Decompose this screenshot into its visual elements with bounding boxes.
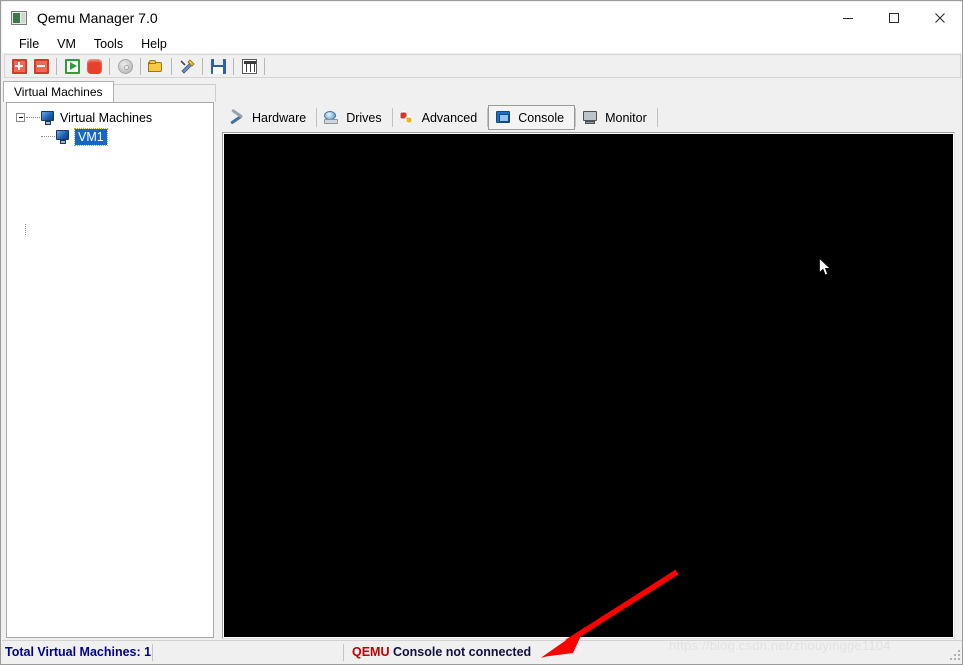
- remove-vm-button[interactable]: [30, 56, 52, 76]
- folder-icon: [148, 59, 164, 73]
- remove-box-icon: [33, 58, 49, 74]
- toolbar-separator: [171, 57, 172, 75]
- menu-file[interactable]: File: [10, 36, 48, 52]
- play-icon: [64, 58, 80, 74]
- save-button[interactable]: [207, 56, 229, 76]
- title-bar: Qemu Manager 7.0: [2, 2, 962, 34]
- tab-monitor[interactable]: Monitor: [576, 106, 657, 129]
- tab-drives[interactable]: Drives: [317, 106, 391, 129]
- add-box-icon: [11, 58, 27, 74]
- vm-tree-panel[interactable]: Virtual Machines VM1: [6, 102, 214, 638]
- floppy-disk-icon: [210, 58, 226, 74]
- minimize-button[interactable]: [825, 2, 871, 33]
- status-total-vms: Total Virtual Machines: 1: [5, 645, 152, 659]
- close-icon: [935, 12, 945, 23]
- wrench-screwdriver-icon: [179, 59, 195, 74]
- window-controls: [825, 2, 962, 33]
- open-folder-button[interactable]: [145, 56, 167, 76]
- tab-drives-label: Drives: [346, 110, 382, 125]
- menu-bar: File VM Tools Help: [2, 34, 962, 53]
- status-connection-prefix: QEMU: [352, 645, 390, 659]
- tabstrip-filler: [101, 84, 216, 102]
- add-vm-button[interactable]: [8, 56, 30, 76]
- toolbar-separator: [202, 57, 203, 75]
- wrench-icon: [229, 110, 246, 125]
- tab-separator: [656, 107, 658, 127]
- tree-item-vm1[interactable]: VM1: [7, 127, 213, 146]
- close-button[interactable]: [917, 2, 962, 33]
- minimize-icon: [843, 17, 853, 19]
- watermark-text: https://blog.csdn.net/zhouyingge1104: [669, 638, 891, 653]
- stop-icon: [86, 58, 102, 74]
- tree-vertical-connector: [25, 224, 27, 235]
- maximize-button[interactable]: [871, 2, 917, 33]
- tab-console-label: Console: [518, 110, 565, 125]
- resize-grip[interactable]: [948, 648, 960, 660]
- virtual-machines-folder-icon: [40, 110, 55, 125]
- disk-icon: [323, 110, 340, 125]
- start-vm-button[interactable]: [61, 56, 83, 76]
- mouse-pointer-cursor: [819, 258, 831, 276]
- toolbar-separator: [233, 57, 234, 75]
- sliders-icon: [241, 58, 257, 74]
- console-frame: [222, 132, 955, 639]
- tab-hardware[interactable]: Hardware: [223, 106, 316, 129]
- qemu-manager-window: Qemu Manager 7.0 File VM Tools Help Virt…: [0, 0, 963, 665]
- stop-vm-button[interactable]: [83, 56, 105, 76]
- console-icon: [495, 110, 512, 125]
- tab-advanced-label: Advanced: [421, 110, 478, 125]
- maximize-icon: [889, 12, 899, 23]
- window-title: Qemu Manager 7.0: [37, 10, 158, 26]
- app-monitor-icon: [11, 11, 27, 25]
- tools-button[interactable]: [176, 56, 198, 76]
- settings-button[interactable]: [238, 56, 260, 76]
- tab-advanced[interactable]: Advanced: [393, 106, 488, 129]
- menu-vm[interactable]: VM: [48, 36, 85, 52]
- toolbar-separator: [109, 57, 110, 75]
- left-panel-tabstrip: Virtual Machines: [3, 81, 216, 102]
- vm-machine-icon: [55, 129, 70, 144]
- console-screen[interactable]: [224, 134, 953, 637]
- tree-connector-line: [26, 116, 40, 119]
- toolbar-separator: [140, 57, 141, 75]
- menu-tools[interactable]: Tools: [85, 36, 132, 52]
- computer-icon: [582, 110, 599, 125]
- tree-connector-line: [41, 135, 55, 138]
- tab-monitor-label: Monitor: [605, 110, 647, 125]
- tab-virtual-machines[interactable]: Virtual Machines: [3, 81, 114, 102]
- tree-item-root[interactable]: Virtual Machines: [7, 103, 213, 127]
- menu-help[interactable]: Help: [132, 36, 176, 52]
- cd-icon: [117, 58, 133, 74]
- toolbar: [4, 54, 961, 78]
- toolbar-separator: [56, 57, 57, 75]
- status-divider: [152, 643, 153, 661]
- collapse-expander-icon[interactable]: [16, 113, 25, 122]
- gears-icon: [398, 110, 416, 125]
- toolbar-separator: [264, 57, 265, 75]
- status-connection-rest: Console not connected: [389, 645, 532, 659]
- tree-root-label: Virtual Machines: [60, 110, 153, 125]
- main-tab-bar: Hardware Drives Advanced Console Monitor: [223, 105, 957, 130]
- cdrom-button[interactable]: [114, 56, 136, 76]
- tab-console[interactable]: Console: [488, 105, 576, 130]
- tab-hardware-label: Hardware: [252, 110, 307, 125]
- tree-item-vm1-label: VM1: [74, 127, 108, 146]
